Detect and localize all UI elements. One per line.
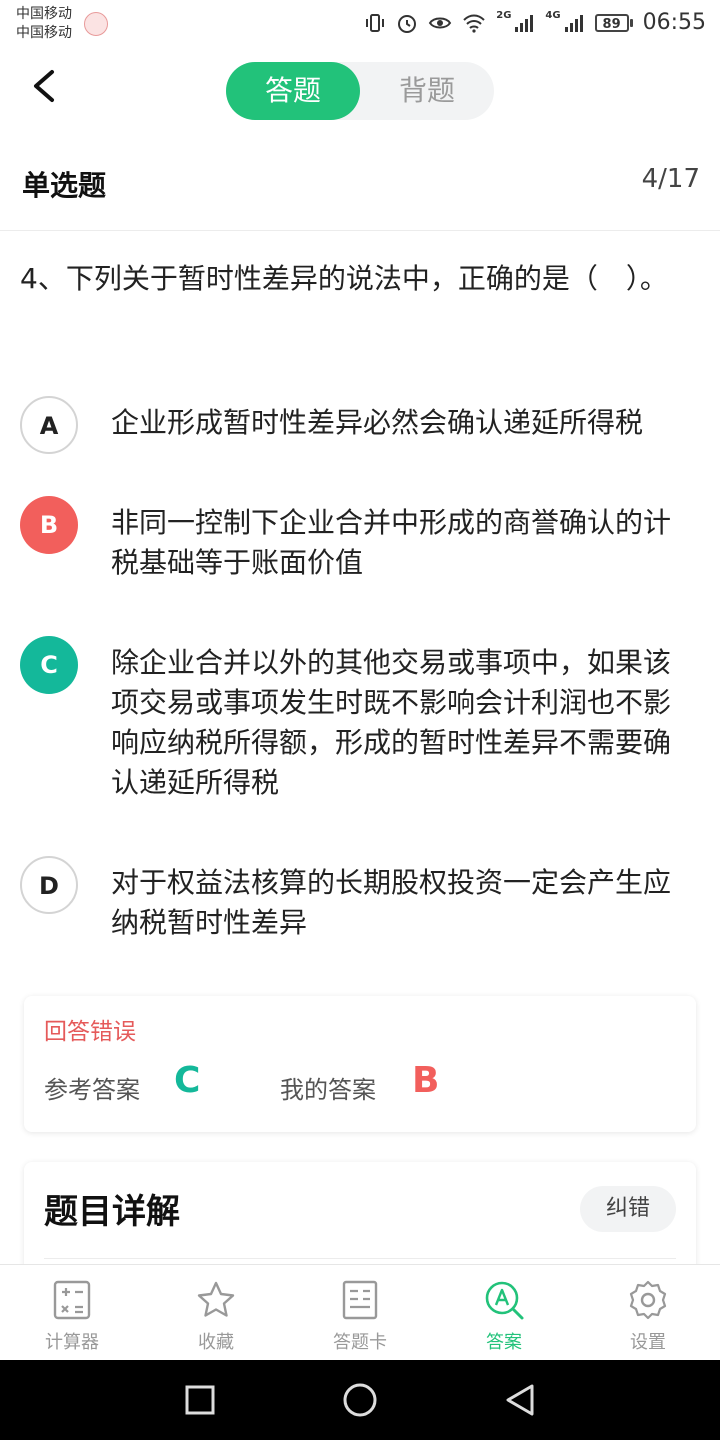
- signal-icon-1: [515, 14, 534, 32]
- question-text: 4、下列关于暂时性差异的说法中，正确的是（ ）。: [20, 262, 668, 295]
- my-answer-value: B: [412, 1060, 440, 1101]
- option-d-text: 对于权益法核算的长期股权投资一定会产生应纳税暂时性差异: [111, 866, 672, 939]
- nav-settings[interactable]: 设置: [576, 1265, 720, 1361]
- option-a-text: 企业形成暂时性差异必然会确认递延所得税: [111, 406, 644, 439]
- system-nav-bar: [0, 1360, 720, 1440]
- carrier-info: 中国移动 中国移动: [16, 5, 72, 43]
- option-d-letter: D: [20, 856, 78, 914]
- nav-calculator-label: 计算器: [45, 1332, 99, 1353]
- nav-answer-card[interactable]: 答题卡: [288, 1265, 432, 1361]
- detail-title: 题目详解: [44, 1192, 180, 1232]
- home-icon[interactable]: [340, 1380, 380, 1420]
- gear-icon: [629, 1280, 667, 1320]
- nav-settings-label: 设置: [630, 1332, 666, 1353]
- question-type-bar: 单选题 4/17: [0, 140, 720, 231]
- nav-favorite[interactable]: 收藏: [144, 1265, 288, 1361]
- battery-level: 89: [594, 13, 629, 32]
- wifi-icon: [463, 14, 485, 33]
- result-card: 回答错误 参考答案 C 我的答案 B: [24, 996, 696, 1132]
- result-status: 回答错误: [44, 1019, 136, 1045]
- option-c-text: 除企业合并以外的其他交易或事项中，如果该项交易或事项发生时既不影响会计利润也不影…: [111, 646, 672, 799]
- option-a-letter: A: [20, 396, 78, 454]
- nav-answer-card-label: 答题卡: [333, 1332, 387, 1353]
- network-2g-label: 2G: [496, 10, 512, 21]
- back-button[interactable]: [26, 64, 66, 108]
- carrier-badge-icon: [84, 12, 108, 36]
- tab-memorize[interactable]: 背题: [360, 62, 494, 120]
- option-c-letter: C: [20, 636, 78, 694]
- recent-apps-icon[interactable]: [180, 1380, 220, 1420]
- reference-answer-value: C: [174, 1060, 201, 1101]
- bottom-nav: 计算器 收藏 答题卡 答案 设置: [0, 1264, 720, 1361]
- nav-answer[interactable]: 答案: [432, 1265, 576, 1361]
- nav-favorite-label: 收藏: [198, 1332, 234, 1353]
- my-answer-label: 我的答案: [280, 1076, 376, 1104]
- reference-answer-label: 参考答案: [44, 1076, 140, 1104]
- answer-card-icon: [342, 1280, 378, 1320]
- star-icon: [197, 1281, 235, 1317]
- header: 答题 背题: [0, 50, 720, 140]
- calculator-icon: [53, 1280, 91, 1320]
- option-b-text: 非同一控制下企业合并中形成的商誉确认的计税基础等于账面价值: [111, 506, 672, 579]
- nav-answer-label: 答案: [486, 1332, 522, 1353]
- option-b-letter: B: [20, 496, 78, 554]
- signal-icon-2: [564, 14, 583, 32]
- status-bar: 中国移动 中国移动 2G 4G 89 06:55: [0, 0, 720, 50]
- report-error-button[interactable]: 纠错: [580, 1186, 676, 1232]
- detail-divider: [44, 1258, 676, 1259]
- vibrate-icon: [366, 13, 385, 32]
- mode-switch: 答题 背题: [226, 62, 494, 120]
- back-triangle-icon[interactable]: [500, 1380, 540, 1420]
- question-progress: 4/17: [641, 164, 700, 194]
- alarm-icon: [398, 14, 417, 33]
- chevron-left-icon: [34, 70, 54, 102]
- clock: 06:55: [642, 10, 706, 35]
- carrier-1: 中国移动: [16, 6, 72, 22]
- network-4g-label: 4G: [545, 10, 561, 21]
- battery-icon: 89: [594, 13, 633, 32]
- eye-icon: [429, 17, 452, 28]
- tab-answer[interactable]: 答题: [226, 62, 360, 120]
- nav-calculator[interactable]: 计算器: [0, 1265, 144, 1361]
- carrier-2: 中国移动: [16, 25, 72, 41]
- status-icons: 2G 4G 89 06:55: [364, 10, 706, 35]
- answer-search-icon: [485, 1281, 524, 1320]
- question-type: 单选题: [22, 169, 107, 202]
